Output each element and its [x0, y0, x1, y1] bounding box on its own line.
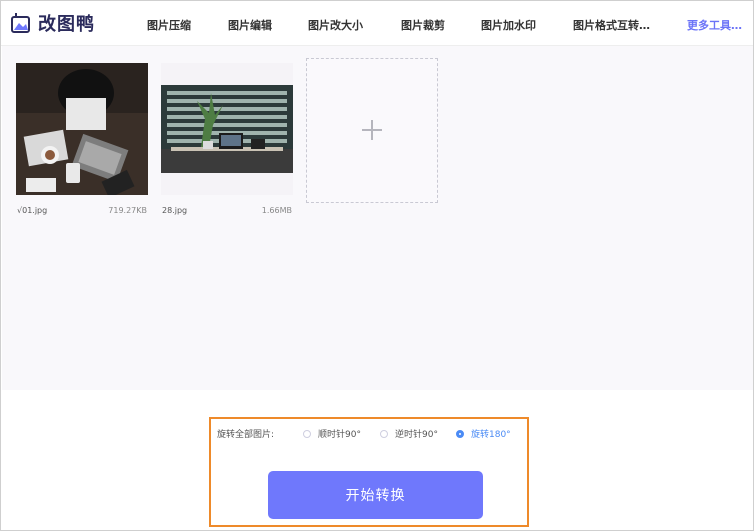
rotate-all-label: 旋转全部图片:: [217, 430, 275, 440]
nav-image-compress[interactable]: 图片压缩: [147, 17, 191, 33]
image-list-area: √01.jpg 719.27KB 28.jpg 1.66MB: [2, 46, 753, 390]
image-thumbnail: [161, 63, 293, 195]
radio-label: 逆时针90°: [395, 430, 438, 440]
nav-image-format[interactable]: 图片格式互转…: [573, 17, 650, 33]
nav-image-crop[interactable]: 图片裁剪: [401, 17, 445, 33]
office-photo-icon: [161, 63, 293, 195]
rotate-options-row: 旋转全部图片: 顺时针90° 逆时针90° 旋转180°: [217, 425, 517, 441]
image-card[interactable]: 28.jpg 1.66MB: [161, 58, 293, 218]
radio-icon-selected: [456, 429, 464, 438]
add-image-button[interactable]: [306, 58, 438, 203]
plus-icon: [362, 120, 382, 140]
radio-label: 顺时针90°: [318, 430, 361, 440]
nav-image-edit[interactable]: 图片编辑: [228, 17, 272, 33]
radio-label: 旋转180°: [471, 430, 511, 440]
radio-icon: [303, 429, 311, 438]
start-convert-button[interactable]: 开始转换: [268, 471, 483, 519]
radio-clockwise-90[interactable]: 顺时针90°: [303, 427, 361, 440]
nav-image-resize[interactable]: 图片改大小: [308, 17, 363, 33]
file-size: 719.27KB: [108, 206, 147, 215]
desk-photo-icon: [16, 63, 148, 195]
radio-rotate-180[interactable]: 旋转180°: [456, 427, 511, 440]
app-window: 改图鸭 图片压缩 图片编辑 图片改大小 图片裁剪 图片加水印 图片格式互转… 更…: [0, 0, 754, 531]
nav-more-tools[interactable]: 更多工具…: [687, 17, 742, 33]
radio-counterclockwise-90[interactable]: 逆时针90°: [380, 427, 438, 440]
image-card[interactable]: √01.jpg 719.27KB: [16, 58, 148, 218]
top-nav: 图片压缩 图片编辑 图片改大小 图片裁剪 图片加水印 图片格式互转… 更多工具…: [1, 1, 753, 45]
file-name: 28.jpg: [162, 206, 188, 215]
file-name: √01.jpg: [17, 206, 48, 215]
top-header: 改图鸭 图片压缩 图片编辑 图片改大小 图片裁剪 图片加水印 图片格式互转… 更…: [1, 1, 753, 46]
rotate-options-panel: 旋转全部图片: 顺时针90° 逆时针90° 旋转180° 开始转换: [209, 417, 529, 527]
file-size: 1.66MB: [261, 206, 292, 215]
nav-image-watermark[interactable]: 图片加水印: [481, 17, 536, 33]
image-thumbnail: [16, 63, 148, 195]
radio-icon: [380, 429, 388, 438]
